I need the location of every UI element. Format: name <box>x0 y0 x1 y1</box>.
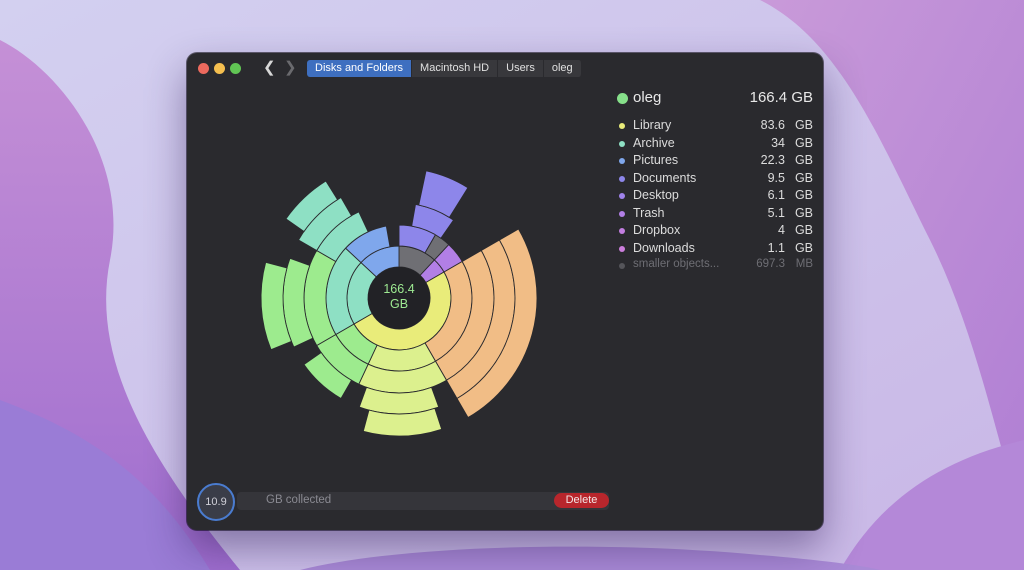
folder-name: oleg <box>633 89 662 106</box>
breadcrumb-oleg[interactable]: oleg <box>543 60 582 77</box>
legend-item-downloads[interactable]: Downloads 1.1 GB <box>617 240 813 258</box>
legend-item-size: 22.3 <box>760 153 785 167</box>
forward-chevron-icon[interactable]: ❯ <box>284 59 297 77</box>
legend-item-name: Desktop <box>633 188 679 202</box>
legend-item-documents[interactable]: Documents 9.5 GB <box>617 170 813 188</box>
color-dot-icon <box>619 175 625 182</box>
legend-item-unit: GB <box>794 170 813 185</box>
legend-item-dropbox[interactable]: Dropbox 4 GB <box>617 222 813 240</box>
breadcrumb: Disks and Folders Macintosh HD Users ole… <box>307 60 582 77</box>
legend-item-size: 697.3 <box>756 258 785 270</box>
folder-color-dot <box>617 93 628 104</box>
legend-item-name: Pictures <box>633 153 679 167</box>
legend-item-name: Documents <box>633 170 697 185</box>
breadcrumb-macintosh-hd[interactable]: Macintosh HD <box>412 60 499 77</box>
back-chevron-icon[interactable]: ❮ <box>263 59 276 77</box>
center-size-value: 166.4 <box>383 282 414 296</box>
app-window: ❮ ❯ Disks and Folders Macintosh HD Users… <box>187 53 823 530</box>
breadcrumb-users[interactable]: Users <box>498 60 544 77</box>
legend-panel: oleg 166.4 GB Library 83.6 GB Archive 34 GB … <box>617 87 813 275</box>
legend-item-smaller-objects[interactable]: smaller objects... 697.3 MB <box>617 257 813 275</box>
legend-item-name: smaller objects... <box>633 258 720 270</box>
legend-item-size: 9.5 <box>767 170 785 185</box>
legend-item-library[interactable]: Library 83.6 GB <box>617 117 813 135</box>
legend-item-size: 83.6 <box>760 118 785 132</box>
legend-item-unit: GB <box>794 205 813 220</box>
legend-item-trash[interactable]: Trash 5.1 GB <box>617 205 813 223</box>
color-dot-icon <box>619 210 625 217</box>
collected-label: GB collected <box>266 494 332 506</box>
collected-size-value: 10.9 <box>205 496 227 508</box>
legend-header[interactable]: oleg 166.4 GB <box>617 87 813 111</box>
center-size-unit: GB <box>390 297 408 311</box>
close-button[interactable] <box>198 63 209 74</box>
legend-item-unit: GB <box>794 188 813 202</box>
color-dot-icon <box>619 158 625 164</box>
color-dot-icon <box>619 123 625 129</box>
legend-item-unit: GB <box>794 240 813 255</box>
color-dot-icon <box>619 245 625 252</box>
delete-button[interactable]: Delete <box>554 493 609 508</box>
color-dot-icon <box>619 228 625 234</box>
title-bar: ❮ ❯ Disks and Folders Macintosh HD Users… <box>187 53 823 83</box>
collector-ring[interactable]: 10.9 <box>197 483 235 521</box>
breadcrumb-disks-and-folders[interactable]: Disks and Folders <box>307 60 413 77</box>
minimize-button[interactable] <box>214 63 225 74</box>
sunburst-chart[interactable]: 166.4 GB <box>187 83 607 483</box>
legend-item-unit: GB <box>794 153 813 167</box>
legend-item-size: 4 <box>778 223 785 237</box>
legend-item-size: 5.1 <box>767 205 785 220</box>
legend-item-name: Archive <box>633 135 675 150</box>
legend-item-name: Dropbox <box>633 223 681 237</box>
legend-item-unit: GB <box>794 135 813 150</box>
legend-item-name: Downloads <box>633 240 695 255</box>
legend-item-name: Library <box>633 118 672 132</box>
collector-bar: 10.9 GB collected Delete <box>197 483 813 521</box>
legend-item-size: 6.1 <box>767 188 785 202</box>
legend-item-size: 1.1 <box>767 240 785 255</box>
color-dot-icon <box>619 193 625 199</box>
folder-size: 166.4 GB <box>749 89 813 106</box>
color-dot-icon <box>619 263 625 269</box>
legend-item-size: 34 <box>771 135 785 150</box>
legend-item-desktop[interactable]: Desktop 6.1 GB <box>617 187 813 205</box>
legend-item-unit: GB <box>794 223 813 237</box>
legend-item-pictures[interactable]: Pictures 22.3 GB <box>617 152 813 170</box>
legend-item-unit: GB <box>794 118 813 132</box>
legend-item-archive[interactable]: Archive 34 GB <box>617 135 813 153</box>
color-dot-icon <box>619 140 625 147</box>
legend-item-unit: MB <box>795 258 813 270</box>
zoom-button[interactable] <box>230 63 241 74</box>
legend-item-name: Trash <box>633 205 665 220</box>
